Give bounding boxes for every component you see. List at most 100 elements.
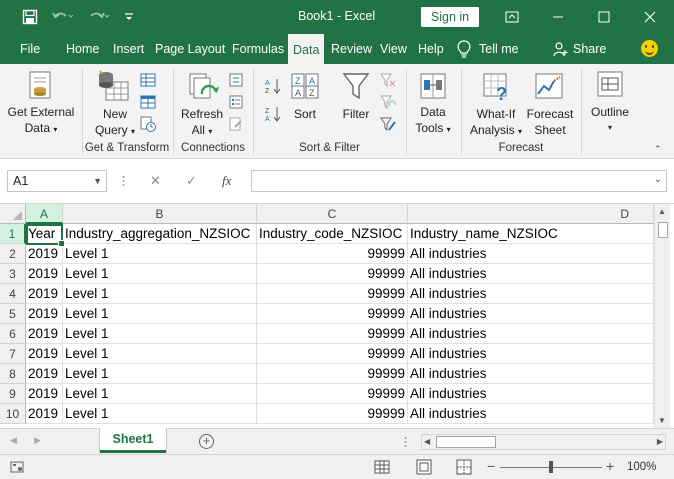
properties-icon[interactable] xyxy=(228,94,244,110)
cell-industry-code[interactable]: 99999 xyxy=(257,324,408,344)
normal-view-icon[interactable] xyxy=(374,459,390,478)
expand-formula-bar-icon[interactable]: ⌄ xyxy=(654,174,662,185)
outline-button[interactable]: Outline ▾ xyxy=(586,104,634,136)
row-header[interactable]: 6 xyxy=(0,324,26,344)
page-break-preview-icon[interactable] xyxy=(456,459,472,478)
column-header-a[interactable]: A xyxy=(26,204,63,224)
collapse-ribbon-icon[interactable]: ⌃ xyxy=(654,144,662,155)
tab-review[interactable]: Review xyxy=(326,34,377,64)
cell-year[interactable]: 2019 xyxy=(26,324,63,344)
row-header[interactable]: 7 xyxy=(0,344,26,364)
cell-industry-name[interactable]: All industries xyxy=(408,304,654,324)
get-external-data-button[interactable]: Get External Data ▾ xyxy=(4,104,78,138)
row-header[interactable]: 4 xyxy=(0,284,26,304)
cancel-icon[interactable]: ✕ xyxy=(150,173,161,189)
tab-page-layout[interactable]: Page Layout xyxy=(150,34,230,64)
macro-record-icon[interactable] xyxy=(10,461,24,476)
cell-industry-code[interactable]: 99999 xyxy=(257,284,408,304)
maximize-button[interactable] xyxy=(582,0,626,34)
feedback-smiley-icon[interactable] xyxy=(641,40,658,57)
sheet-scroll-right-icon[interactable]: ▶ xyxy=(34,435,41,446)
header-cell-industry-aggregation[interactable]: Industry_aggregation_NZSIOC xyxy=(63,224,257,244)
cell-year[interactable]: 2019 xyxy=(26,364,63,384)
column-header-d[interactable]: D xyxy=(408,204,654,224)
advanced-filter-icon[interactable] xyxy=(380,116,396,132)
row-header[interactable]: 9 xyxy=(0,384,26,404)
recent-sources-icon[interactable] xyxy=(140,116,156,132)
formula-input[interactable]: ⌄ xyxy=(251,170,667,192)
tab-split-grip[interactable] xyxy=(404,435,407,449)
cell-year[interactable]: 2019 xyxy=(26,344,63,364)
cell-year[interactable]: 2019 xyxy=(26,244,63,264)
cell-industry-code[interactable]: 99999 xyxy=(257,384,408,404)
cell-industry-aggregation[interactable]: Level 1 xyxy=(63,284,257,304)
add-sheet-icon[interactable]: + xyxy=(199,434,214,449)
cell-industry-aggregation[interactable]: Level 1 xyxy=(63,324,257,344)
cell-industry-aggregation[interactable]: Level 1 xyxy=(63,404,257,424)
cell-industry-aggregation[interactable]: Level 1 xyxy=(63,304,257,324)
cell-year[interactable]: 2019 xyxy=(26,404,63,424)
data-tools-button[interactable]: Data Tools ▾ xyxy=(411,104,455,138)
cell-industry-name[interactable]: All industries xyxy=(408,404,654,424)
scroll-left-icon[interactable]: ◀ xyxy=(424,437,430,446)
refresh-all-button[interactable]: Refresh All ▾ xyxy=(178,106,226,140)
row-header[interactable]: 8 xyxy=(0,364,26,384)
reapply-filter-icon[interactable] xyxy=(380,94,396,110)
clear-filter-icon[interactable] xyxy=(380,72,396,88)
cell-industry-name[interactable]: All industries xyxy=(408,344,654,364)
tab-help[interactable]: Help xyxy=(413,34,449,64)
cell-industry-name[interactable]: All industries xyxy=(408,244,654,264)
zoom-out-button[interactable]: − xyxy=(487,458,495,474)
tab-home[interactable]: Home xyxy=(61,34,104,64)
new-query-button[interactable]: New Query ▾ xyxy=(88,106,142,140)
row-header[interactable]: 3 xyxy=(0,264,26,284)
sheet-tab-sheet1[interactable]: Sheet1 xyxy=(100,428,166,453)
enter-icon[interactable]: ✓ xyxy=(186,173,197,189)
cell-industry-name[interactable]: All industries xyxy=(408,364,654,384)
save-icon[interactable] xyxy=(20,8,40,26)
cell-industry-aggregation[interactable]: Level 1 xyxy=(63,384,257,404)
insert-function-icon[interactable]: fx xyxy=(222,173,231,189)
cell-year[interactable]: 2019 xyxy=(26,284,63,304)
cell-year[interactable]: 2019 xyxy=(26,384,63,404)
name-box[interactable]: A1 ▼ xyxy=(7,170,107,192)
scroll-down-icon[interactable]: ▼ xyxy=(658,416,666,425)
tab-formulas[interactable]: Formulas xyxy=(227,34,289,64)
what-if-analysis-button[interactable]: What-If Analysis ▾ xyxy=(466,106,526,140)
scroll-up-icon[interactable]: ▲ xyxy=(658,207,666,216)
header-cell-industry-name[interactable]: Industry_name_NZSIOC xyxy=(408,224,654,244)
edit-links-icon[interactable] xyxy=(228,116,244,132)
connections-icon[interactable] xyxy=(228,72,244,88)
sort-a-to-z-icon[interactable]: AZ xyxy=(265,78,281,95)
cell-industry-aggregation[interactable]: Level 1 xyxy=(63,244,257,264)
zoom-level[interactable]: 100% xyxy=(627,461,656,473)
row-header[interactable]: 2 xyxy=(0,244,26,264)
cell-year[interactable]: 2019 xyxy=(26,264,63,284)
sort-z-to-a-icon[interactable]: ZA xyxy=(265,106,281,123)
tell-me-search[interactable]: Tell me xyxy=(457,34,519,64)
customize-quick-access-icon[interactable] xyxy=(122,8,136,26)
scroll-right-icon[interactable]: ▶ xyxy=(657,437,663,446)
cell-industry-name[interactable]: All industries xyxy=(408,264,654,284)
cell-industry-aggregation[interactable]: Level 1 xyxy=(63,264,257,284)
cell-year[interactable]: 2019 xyxy=(26,304,63,324)
show-queries-icon[interactable] xyxy=(140,72,156,88)
sign-in-button[interactable]: Sign in xyxy=(421,7,479,27)
row-header[interactable]: 5 xyxy=(0,304,26,324)
vertical-scrollbar[interactable]: ▲ ▼ xyxy=(654,204,670,428)
from-table-icon[interactable] xyxy=(140,94,156,110)
cell-industry-code[interactable]: 99999 xyxy=(257,364,408,384)
minimize-button[interactable] xyxy=(536,0,580,34)
ribbon-display-options-icon[interactable] xyxy=(490,0,534,34)
zoom-in-button[interactable]: + xyxy=(606,458,614,474)
cell-industry-code[interactable]: 99999 xyxy=(257,404,408,424)
cell-industry-aggregation[interactable]: Level 1 xyxy=(63,344,257,364)
vertical-scroll-thumb[interactable] xyxy=(658,222,668,238)
formula-bar-grip[interactable] xyxy=(122,172,125,190)
row-header[interactable]: 10 xyxy=(0,404,26,424)
cell-industry-code[interactable]: 99999 xyxy=(257,244,408,264)
cell-industry-code[interactable]: 99999 xyxy=(257,264,408,284)
redo-icon[interactable] xyxy=(86,8,112,26)
page-layout-view-icon[interactable] xyxy=(416,459,432,478)
tab-file[interactable]: File xyxy=(15,34,45,64)
